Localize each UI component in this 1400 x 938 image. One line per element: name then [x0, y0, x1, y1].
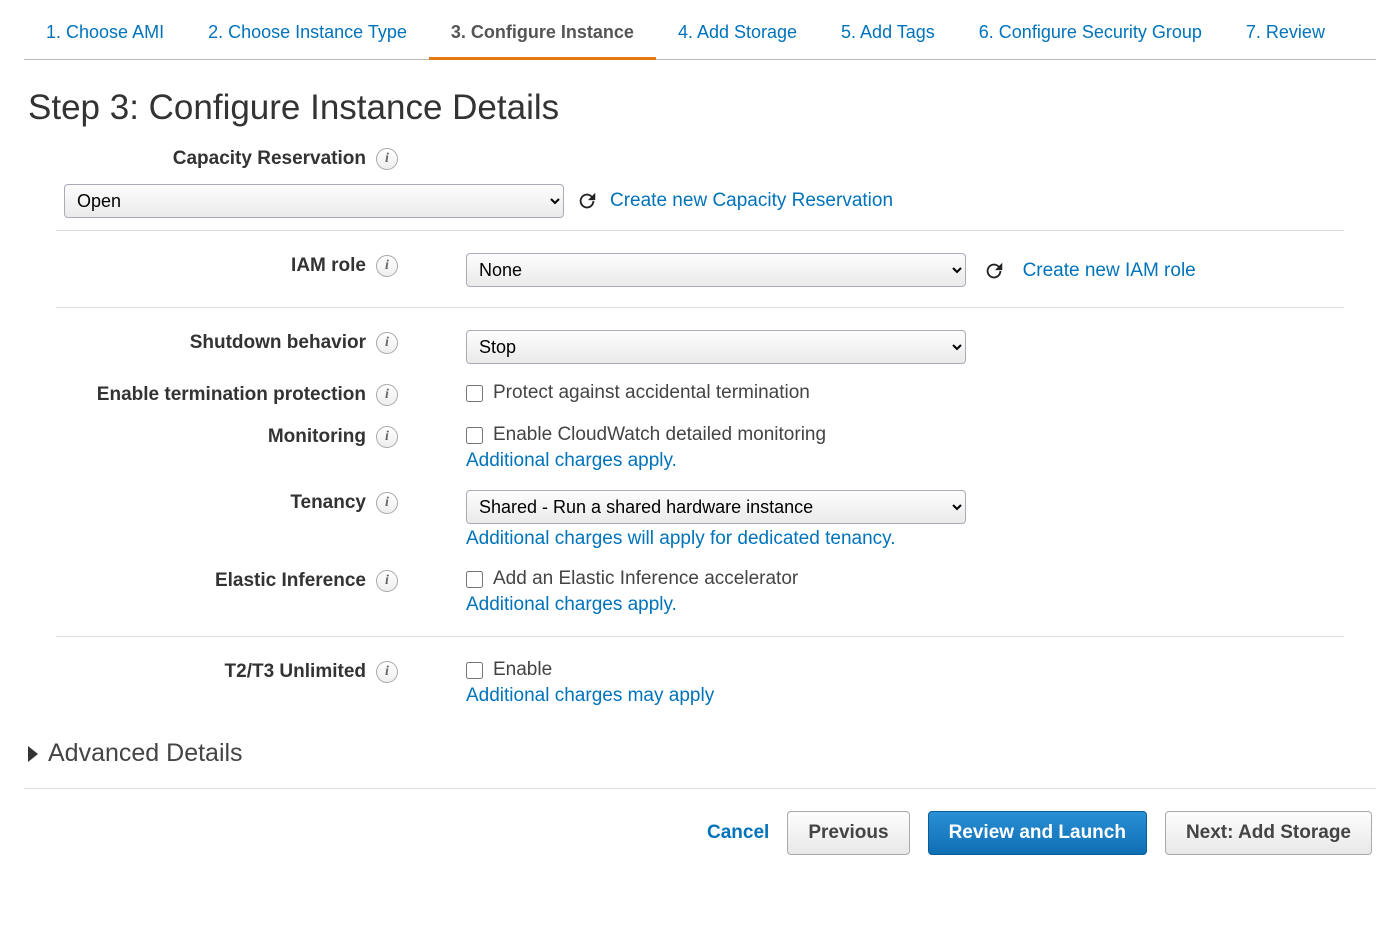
checkbox-t2t3-unlimited[interactable] — [466, 662, 483, 679]
row-t2t3-unlimited: T2/T3 Unlimited i Enable Additional char… — [56, 649, 1344, 715]
select-capacity-reservation[interactable]: Open — [64, 184, 564, 218]
row-tenancy: Tenancy i Shared - Run a shared hardware… — [56, 480, 1344, 558]
info-icon[interactable]: i — [376, 570, 398, 592]
row-iam-role: IAM role i None Create new IAM role — [56, 243, 1344, 295]
nav-spacer — [1347, 8, 1376, 60]
checkbox-label-monitoring: Enable CloudWatch detailed monitoring — [493, 424, 826, 446]
label-monitoring: Monitoring — [268, 426, 366, 448]
select-iam-role[interactable]: None — [466, 253, 966, 287]
refresh-icon[interactable] — [983, 260, 1005, 282]
link-create-iam-role[interactable]: Create new IAM role — [1023, 260, 1196, 281]
footer-bar: Cancel Previous Review and Launch Next: … — [24, 788, 1376, 877]
info-icon[interactable]: i — [376, 384, 398, 406]
row-elastic-inference: Elastic Inference i Add an Elastic Infer… — [56, 558, 1344, 624]
label-shutdown-behavior: Shutdown behavior — [190, 332, 366, 354]
wizard-step-review[interactable]: 7. Review — [1224, 8, 1347, 60]
checkbox-label-t2t3-unlimited: Enable — [493, 659, 552, 681]
label-elastic-inference: Elastic Inference — [215, 570, 366, 592]
info-icon[interactable]: i — [376, 426, 398, 448]
cancel-button[interactable]: Cancel — [707, 822, 769, 844]
advanced-details-label: Advanced Details — [48, 739, 243, 768]
triangle-right-icon — [28, 746, 38, 762]
select-tenancy[interactable]: Shared - Run a shared hardware instance — [466, 490, 966, 524]
link-create-capacity-reservation[interactable]: Create new Capacity Reservation — [610, 190, 893, 212]
divider — [56, 307, 1344, 308]
checkbox-termination-protection[interactable] — [466, 385, 483, 402]
label-t2t3-unlimited: T2/T3 Unlimited — [225, 661, 366, 683]
link-t2t3-charges[interactable]: Additional charges may apply — [466, 685, 1344, 707]
info-icon[interactable]: i — [376, 255, 398, 277]
label-iam-role: IAM role — [291, 255, 366, 277]
label-termination-protection: Enable termination protection — [97, 384, 366, 406]
advanced-details-toggle[interactable]: Advanced Details — [0, 715, 1400, 776]
info-icon[interactable]: i — [376, 332, 398, 354]
next-add-storage-button[interactable]: Next: Add Storage — [1165, 811, 1372, 855]
checkbox-label-elastic-inference: Add an Elastic Inference accelerator — [493, 568, 798, 590]
row-capacity-reservation: Capacity Reservation i — [56, 136, 1344, 178]
info-icon[interactable]: i — [376, 148, 398, 170]
previous-button[interactable]: Previous — [787, 811, 909, 855]
form-section: Capacity Reservation i Open Create new C… — [0, 136, 1400, 715]
row-monitoring: Monitoring i Enable CloudWatch detailed … — [56, 414, 1344, 480]
divider — [56, 636, 1344, 637]
review-and-launch-button[interactable]: Review and Launch — [928, 811, 1147, 855]
row-shutdown-behavior: Shutdown behavior i Stop — [56, 320, 1344, 372]
row-termination-protection: Enable termination protection i Protect … — [56, 372, 1344, 414]
wizard-nav: 1. Choose AMI 2. Choose Instance Type 3.… — [0, 0, 1400, 60]
wizard-step-add-tags[interactable]: 5. Add Tags — [819, 8, 957, 60]
wizard-step-configure-security-group[interactable]: 6. Configure Security Group — [957, 8, 1224, 60]
page-title: Step 3: Configure Instance Details — [0, 60, 1400, 136]
divider — [56, 230, 1344, 231]
link-tenancy-charges[interactable]: Additional charges will apply for dedica… — [466, 528, 1344, 550]
wizard-step-choose-instance-type[interactable]: 2. Choose Instance Type — [186, 8, 429, 60]
label-tenancy: Tenancy — [290, 492, 366, 514]
info-icon[interactable]: i — [376, 661, 398, 683]
wizard-step-choose-ami[interactable]: 1. Choose AMI — [24, 8, 186, 60]
checkbox-label-termination-protection: Protect against accidental termination — [493, 382, 810, 404]
refresh-icon[interactable] — [576, 190, 598, 212]
info-icon[interactable]: i — [376, 492, 398, 514]
link-monitoring-charges[interactable]: Additional charges apply. — [466, 450, 1344, 472]
select-shutdown-behavior[interactable]: Stop — [466, 330, 966, 364]
checkbox-monitoring[interactable] — [466, 427, 483, 444]
checkbox-elastic-inference[interactable] — [466, 571, 483, 588]
wizard-step-configure-instance[interactable]: 3. Configure Instance — [429, 8, 656, 60]
label-capacity-reservation: Capacity Reservation — [173, 148, 366, 170]
wizard-step-add-storage[interactable]: 4. Add Storage — [656, 8, 819, 60]
link-elastic-inference-charges[interactable]: Additional charges apply. — [466, 594, 1344, 616]
